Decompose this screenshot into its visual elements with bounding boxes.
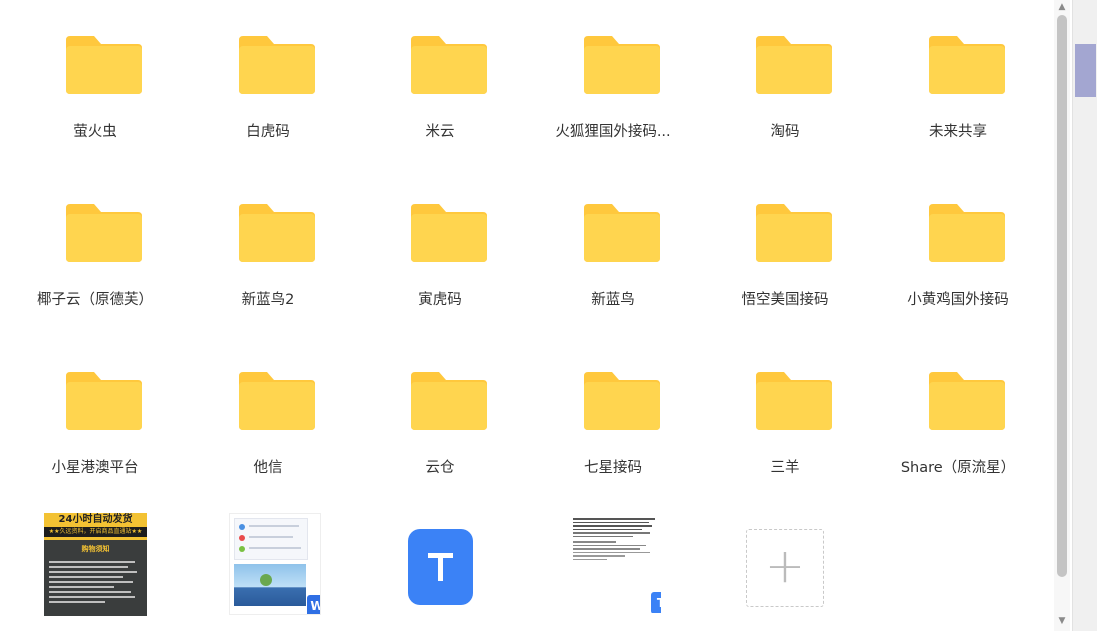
file-name: 椰子云（原德芙） — [37, 292, 153, 308]
folder-item[interactable]: 三羊 — [699, 336, 871, 504]
side-panel-edge — [1072, 0, 1097, 631]
folder-item[interactable]: 火狐狸国外接码... — [527, 0, 699, 168]
txt-file-badge: T — [651, 592, 661, 613]
poster-banner: ★★久远资料，开启商品直通站★★ — [44, 527, 147, 537]
poster-image-file[interactable]: 24小时自动发货 ★★久远资料，开启商品直通站★★ 购物须知 — [44, 513, 147, 616]
file-name: 悟空美国接码 — [741, 292, 829, 308]
doc-screenshot-preview — [234, 518, 308, 560]
folder-item[interactable]: 椰子云（原德芙） — [9, 168, 181, 336]
file-name: 小黄鸡国外接码 — [907, 292, 1009, 308]
folder-icon — [584, 36, 660, 94]
scroll-up-arrow-icon[interactable]: ▲ — [1054, 0, 1070, 14]
folder-icon — [756, 372, 832, 430]
folder-icon — [929, 36, 1005, 94]
plus-icon: + — [764, 538, 806, 594]
doc-photo-preview — [234, 564, 306, 606]
scroll-down-arrow-icon[interactable]: ▼ — [1054, 614, 1070, 628]
word-file-badge: W — [307, 595, 320, 614]
file-name: 白虎码 — [246, 124, 290, 140]
folder-item[interactable]: Share（原流星） — [872, 336, 1044, 504]
txt-file-icon — [408, 529, 473, 605]
folder-item[interactable]: 新蓝鸟2 — [182, 168, 354, 336]
file-name: 寅虎码 — [418, 292, 462, 308]
poster-text-lines — [44, 554, 147, 610]
side-panel-accent[interactable] — [1075, 44, 1096, 97]
folder-item[interactable]: 小星港澳平台 — [9, 336, 181, 504]
folder-icon — [584, 372, 660, 430]
folder-icon — [929, 204, 1005, 262]
folder-item[interactable]: 悟空美国接码 — [699, 168, 871, 336]
file-name: 未来共享 — [929, 124, 987, 140]
folder-item[interactable]: 新蓝鸟 — [527, 168, 699, 336]
folder-item[interactable]: 白虎码 — [182, 0, 354, 168]
add-file-button[interactable]: + — [746, 529, 824, 607]
folder-icon — [756, 36, 832, 94]
folder-icon — [411, 372, 487, 430]
folder-icon — [584, 204, 660, 262]
folder-item[interactable]: 萤火虫 — [9, 0, 181, 168]
file-grid: 萤火虫 白虎码 米云 火狐狸国外接码... 淘码 未来共享 椰子云（原德芙） 新… — [0, 0, 1050, 631]
folder-item[interactable]: 未来共享 — [872, 0, 1044, 168]
folder-icon — [239, 204, 315, 262]
folder-icon — [66, 372, 142, 430]
file-name: 米云 — [425, 124, 455, 140]
poster-title: 24小时自动发货 — [44, 513, 147, 527]
file-name: 他信 — [253, 460, 283, 476]
poster-strip — [44, 537, 147, 540]
file-name: 三羊 — [770, 460, 800, 476]
file-name: 火狐狸国外接码... — [555, 124, 671, 140]
folder-item[interactable]: 云仓 — [354, 336, 526, 504]
file-name: 七星接码 — [584, 460, 642, 476]
folder-item[interactable]: 淘码 — [699, 0, 871, 168]
file-name: 萤火虫 — [73, 124, 117, 140]
file-name: 淘码 — [770, 124, 800, 140]
folder-item[interactable]: 七星接码 — [527, 336, 699, 504]
folder-item[interactable]: 他信 — [182, 336, 354, 504]
folder-icon — [756, 204, 832, 262]
folder-icon — [929, 372, 1005, 430]
doc-text-preview — [571, 513, 661, 565]
file-name: Share（原流星） — [900, 460, 1016, 476]
file-name: 新蓝鸟 — [591, 292, 635, 308]
word-doc-file[interactable]: W — [229, 513, 321, 615]
folder-icon — [411, 204, 487, 262]
poster-heading: 购物须知 — [81, 545, 110, 553]
folder-item[interactable]: 寅虎码 — [354, 168, 526, 336]
file-name: 小星港澳平台 — [51, 460, 139, 476]
folder-icon — [239, 36, 315, 94]
scrollbar-thumb[interactable] — [1057, 15, 1067, 577]
folder-icon — [239, 372, 315, 430]
folder-item[interactable]: 米云 — [354, 0, 526, 168]
vertical-scrollbar[interactable]: ▲ ▼ — [1054, 0, 1070, 631]
folder-icon — [66, 36, 142, 94]
txt-file[interactable] — [408, 529, 473, 605]
file-name: 新蓝鸟2 — [241, 292, 295, 308]
file-name: 云仓 — [425, 460, 455, 476]
folder-item[interactable]: 小黄鸡国外接码 — [872, 168, 1044, 336]
folder-icon — [66, 204, 142, 262]
folder-icon — [411, 36, 487, 94]
text-doc-file[interactable]: T — [571, 513, 661, 613]
